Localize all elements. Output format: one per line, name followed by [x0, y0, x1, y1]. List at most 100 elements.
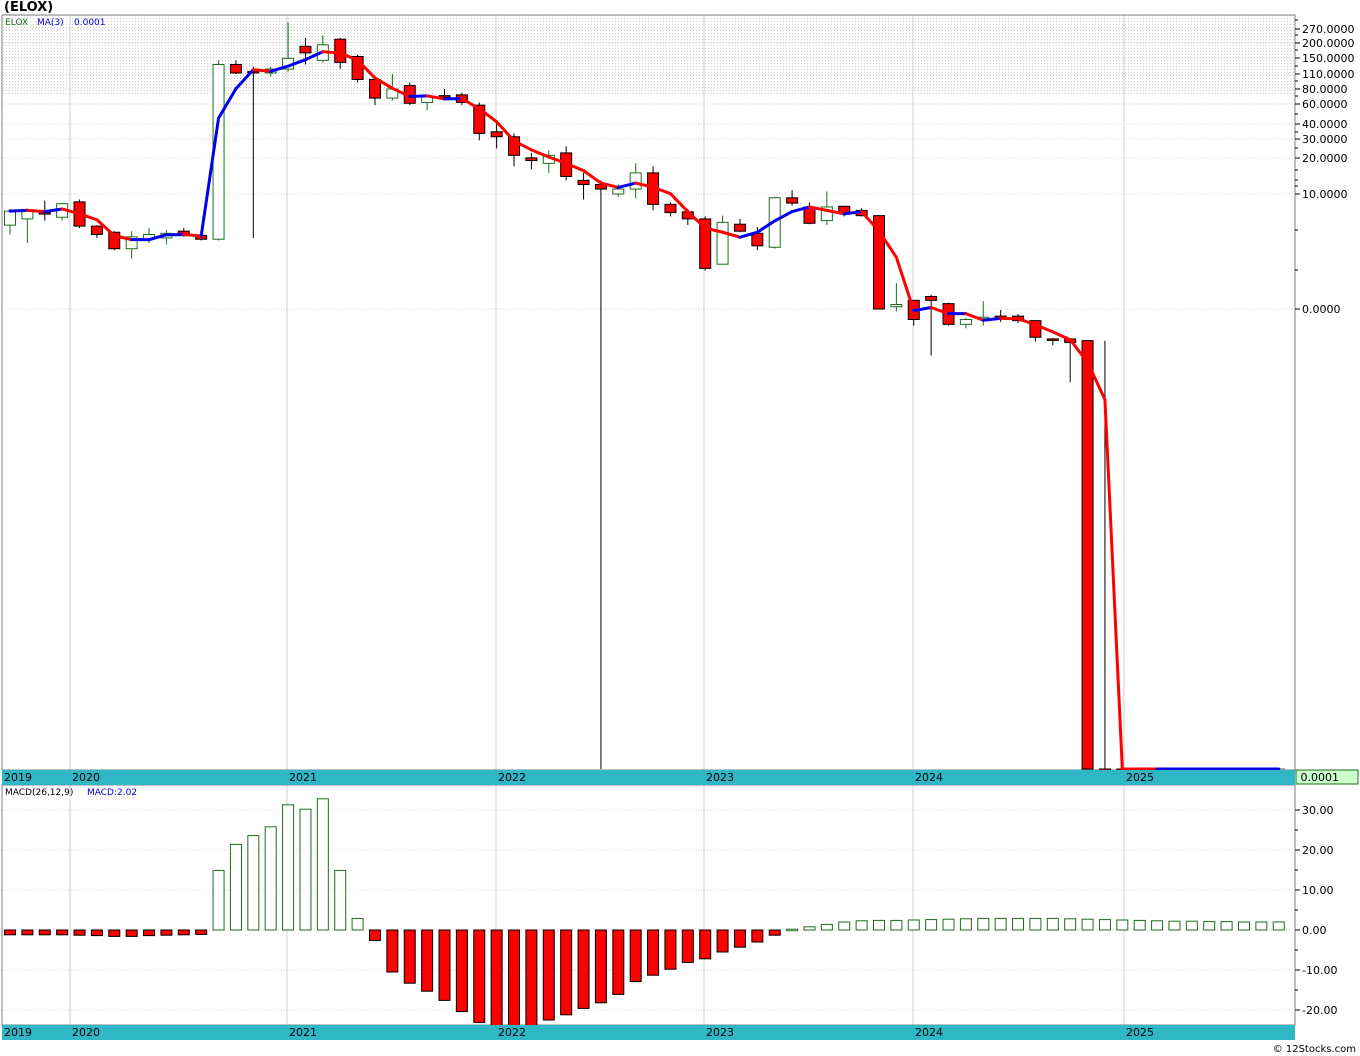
macd-bar — [125, 929, 138, 937]
macd-bar — [768, 929, 781, 936]
candle-body — [334, 38, 347, 63]
macd-bar — [1151, 920, 1164, 931]
last-value-label: 0.0001 — [1301, 771, 1340, 784]
macd-bar — [473, 929, 486, 1023]
macd-bar — [160, 929, 173, 936]
year-label: 2022 — [498, 771, 526, 784]
macd-bar — [90, 929, 103, 937]
ma-segment — [981, 316, 1003, 322]
candle-body — [525, 157, 538, 162]
macd-bar — [334, 869, 347, 931]
macd-bar — [1185, 920, 1198, 931]
ma-segment — [529, 148, 551, 159]
macd-y-axis: 30.00 20.00 10.00 0.00 -10.00 -20.00 — [1295, 804, 1337, 1017]
year-label: 2025 — [1126, 1026, 1154, 1039]
price-tick-label: 20.0000 — [1302, 152, 1348, 165]
candle-body — [890, 303, 903, 308]
macd-bar — [855, 920, 868, 931]
macd-bar — [1237, 921, 1250, 931]
macd-bar — [351, 917, 364, 931]
macd-bar — [959, 918, 972, 931]
year-label: 2022 — [498, 1026, 526, 1039]
candle-body — [664, 203, 677, 214]
price-tick-label: 270.0000 — [1302, 23, 1355, 36]
candle-body — [490, 131, 503, 138]
macd-tick-label: 20.00 — [1302, 844, 1334, 857]
macd-bar — [907, 919, 920, 931]
macd-bar — [56, 929, 69, 936]
candle-body — [90, 225, 103, 235]
macd-bar — [751, 929, 764, 943]
price-y-axis: 270.0000200.0000 150.0000 110.0000 80.0000 6… — [1295, 19, 1355, 316]
stock-chart: 2019 2020 2021 2022 2023 2024 2025 2019 2020 202… — [1, 14, 1359, 1040]
macd-bar — [647, 929, 660, 976]
macd-bar — [1220, 921, 1233, 931]
macd-bar — [1098, 919, 1111, 931]
macd-bar — [229, 843, 242, 931]
macd-bar — [1255, 921, 1268, 931]
macd-bar — [594, 929, 607, 1004]
macd-panel-frame — [1, 784, 1296, 1026]
candle-body — [629, 172, 642, 190]
price-tick-label: 30.0000 — [1302, 133, 1348, 146]
candle-body — [751, 232, 764, 247]
macd-tick-label: -20.00 — [1302, 1004, 1337, 1017]
macd-bar — [542, 929, 555, 1021]
macd-grid — [2, 785, 1295, 1025]
macd-bar — [490, 929, 503, 1028]
macd-bar — [316, 798, 329, 931]
macd-bar — [560, 929, 573, 1016]
year-label: 2021 — [289, 1026, 317, 1039]
macd-bar — [1012, 917, 1025, 931]
macd-bar — [1272, 921, 1285, 931]
macd-bar — [786, 928, 799, 932]
candle-body — [959, 318, 972, 325]
candle-body — [925, 295, 938, 301]
macd-bar — [108, 929, 121, 937]
price-tick-label: 0.0000 — [1302, 303, 1341, 316]
macd-bar — [612, 929, 625, 995]
ma-segment — [25, 208, 47, 214]
macd-date-axis-band — [2, 1025, 1295, 1040]
macd-bar — [1168, 920, 1181, 931]
candle-body — [786, 197, 799, 204]
macd-bar — [716, 929, 729, 953]
macd-bar — [212, 869, 225, 931]
macd-tick-label: 0.00 — [1302, 924, 1327, 937]
macd-bar — [247, 835, 260, 931]
macd-legend-name: MACD(26,12,9) — [5, 788, 73, 798]
year-label: 2024 — [915, 1026, 943, 1039]
year-label: 2025 — [1126, 771, 1154, 784]
candle-body — [577, 179, 590, 185]
macd-bar — [1081, 918, 1094, 931]
macd-bar — [4, 929, 16, 936]
macd-bar — [733, 929, 746, 948]
macd-histogram — [4, 798, 1285, 1030]
macd-bar — [299, 808, 312, 931]
macd-bar — [699, 929, 712, 960]
macd-bar — [803, 926, 816, 931]
candle-body — [716, 221, 729, 265]
macd-bar — [890, 919, 903, 931]
macd-bar — [925, 919, 938, 931]
macd-bar — [577, 929, 590, 1009]
macd-bar — [455, 929, 468, 1013]
macd-tick-label: 10.00 — [1302, 884, 1334, 897]
price-tick-label: 40.0000 — [1302, 118, 1348, 131]
price-tick-label: 110.0000 — [1302, 68, 1355, 81]
macd-bar — [143, 929, 156, 937]
price-legend-symbol: ELOX — [5, 18, 28, 28]
macd-bar — [942, 918, 955, 931]
ma-segment — [1103, 398, 1124, 771]
macd-bar — [177, 929, 190, 936]
macd-bar — [386, 929, 399, 973]
credit-text: © 12Stocks.com — [1272, 1044, 1356, 1055]
candle-body — [229, 63, 242, 74]
macd-bar — [820, 923, 833, 931]
macd-bar — [1116, 919, 1129, 931]
macd-bar — [664, 929, 677, 970]
macd-bar — [1203, 921, 1216, 931]
candle-body — [1081, 340, 1094, 770]
macd-bar — [73, 929, 86, 936]
macd-bar — [421, 929, 434, 992]
